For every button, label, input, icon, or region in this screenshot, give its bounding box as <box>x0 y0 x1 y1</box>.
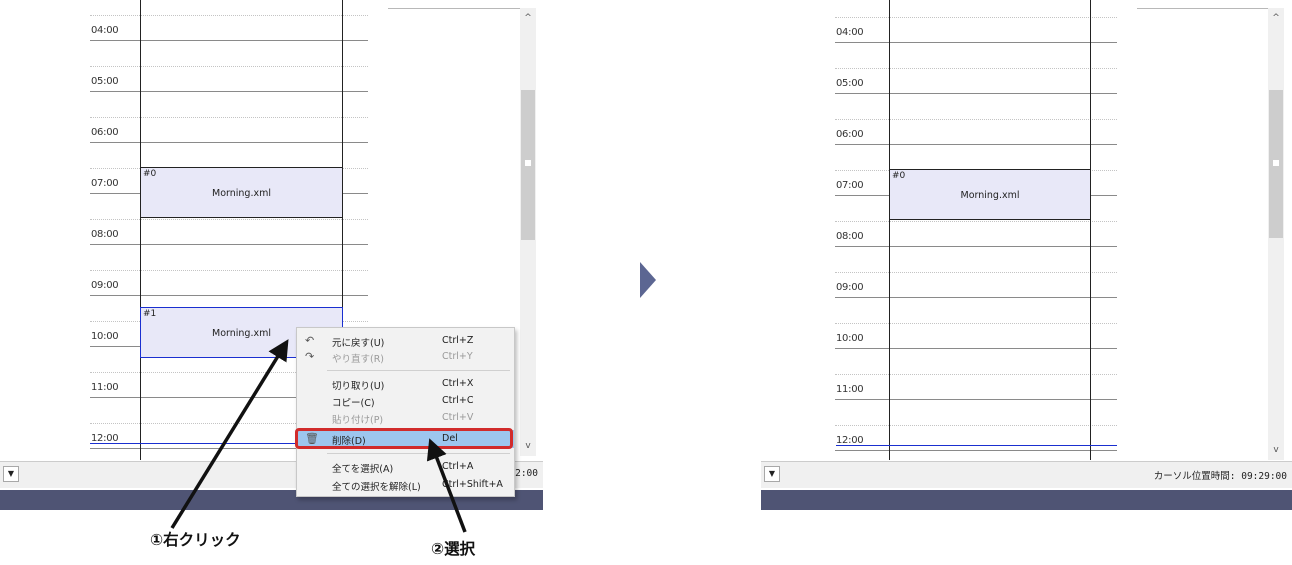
annotation-arrows <box>170 339 467 533</box>
arrow-to-block-icon <box>170 339 289 529</box>
annotation-select: ②選択 <box>431 540 476 558</box>
annotation-right-click: ①右クリック <box>150 531 241 549</box>
arrow-to-delete-icon <box>426 438 467 533</box>
